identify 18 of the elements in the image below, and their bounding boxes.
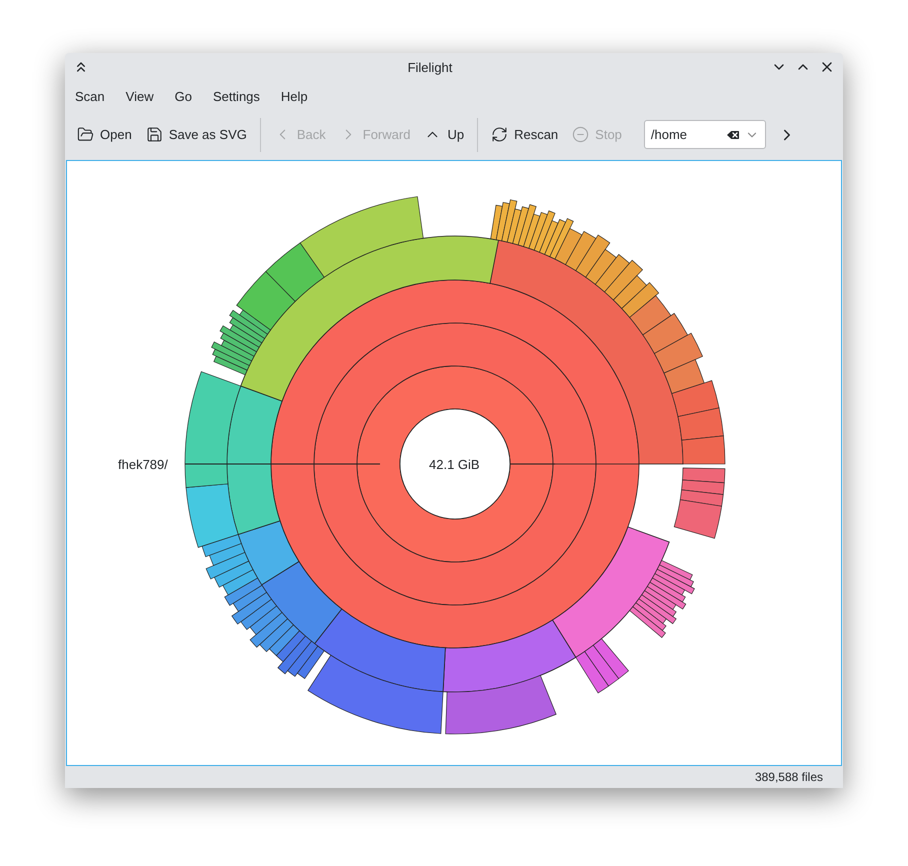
folder-label: fhek789/ bbox=[118, 456, 168, 474]
toolbar-button[interactable]: Rescan bbox=[485, 120, 564, 150]
toolbar-button[interactable]: Save as SVG bbox=[140, 120, 253, 150]
toolbar-button[interactable]: Open bbox=[71, 120, 138, 150]
stop-icon bbox=[572, 126, 590, 144]
menu-item[interactable]: Scan bbox=[69, 87, 111, 107]
location-field[interactable]: /home bbox=[644, 120, 766, 150]
save-icon bbox=[146, 126, 163, 144]
menu-item[interactable]: View bbox=[120, 87, 160, 107]
toolbar-button[interactable]: Up bbox=[418, 120, 470, 150]
status-text: 389,588 files bbox=[754, 769, 823, 786]
size-label: 42.1 GiB bbox=[429, 456, 480, 474]
refresh-icon bbox=[491, 126, 508, 144]
menu-item[interactable]: Go bbox=[168, 87, 198, 107]
folder-icon bbox=[77, 126, 94, 144]
menu-item[interactable]: Help bbox=[274, 87, 314, 107]
window-title: Filelight bbox=[406, 58, 454, 77]
menu-item[interactable]: Settings bbox=[206, 87, 266, 107]
